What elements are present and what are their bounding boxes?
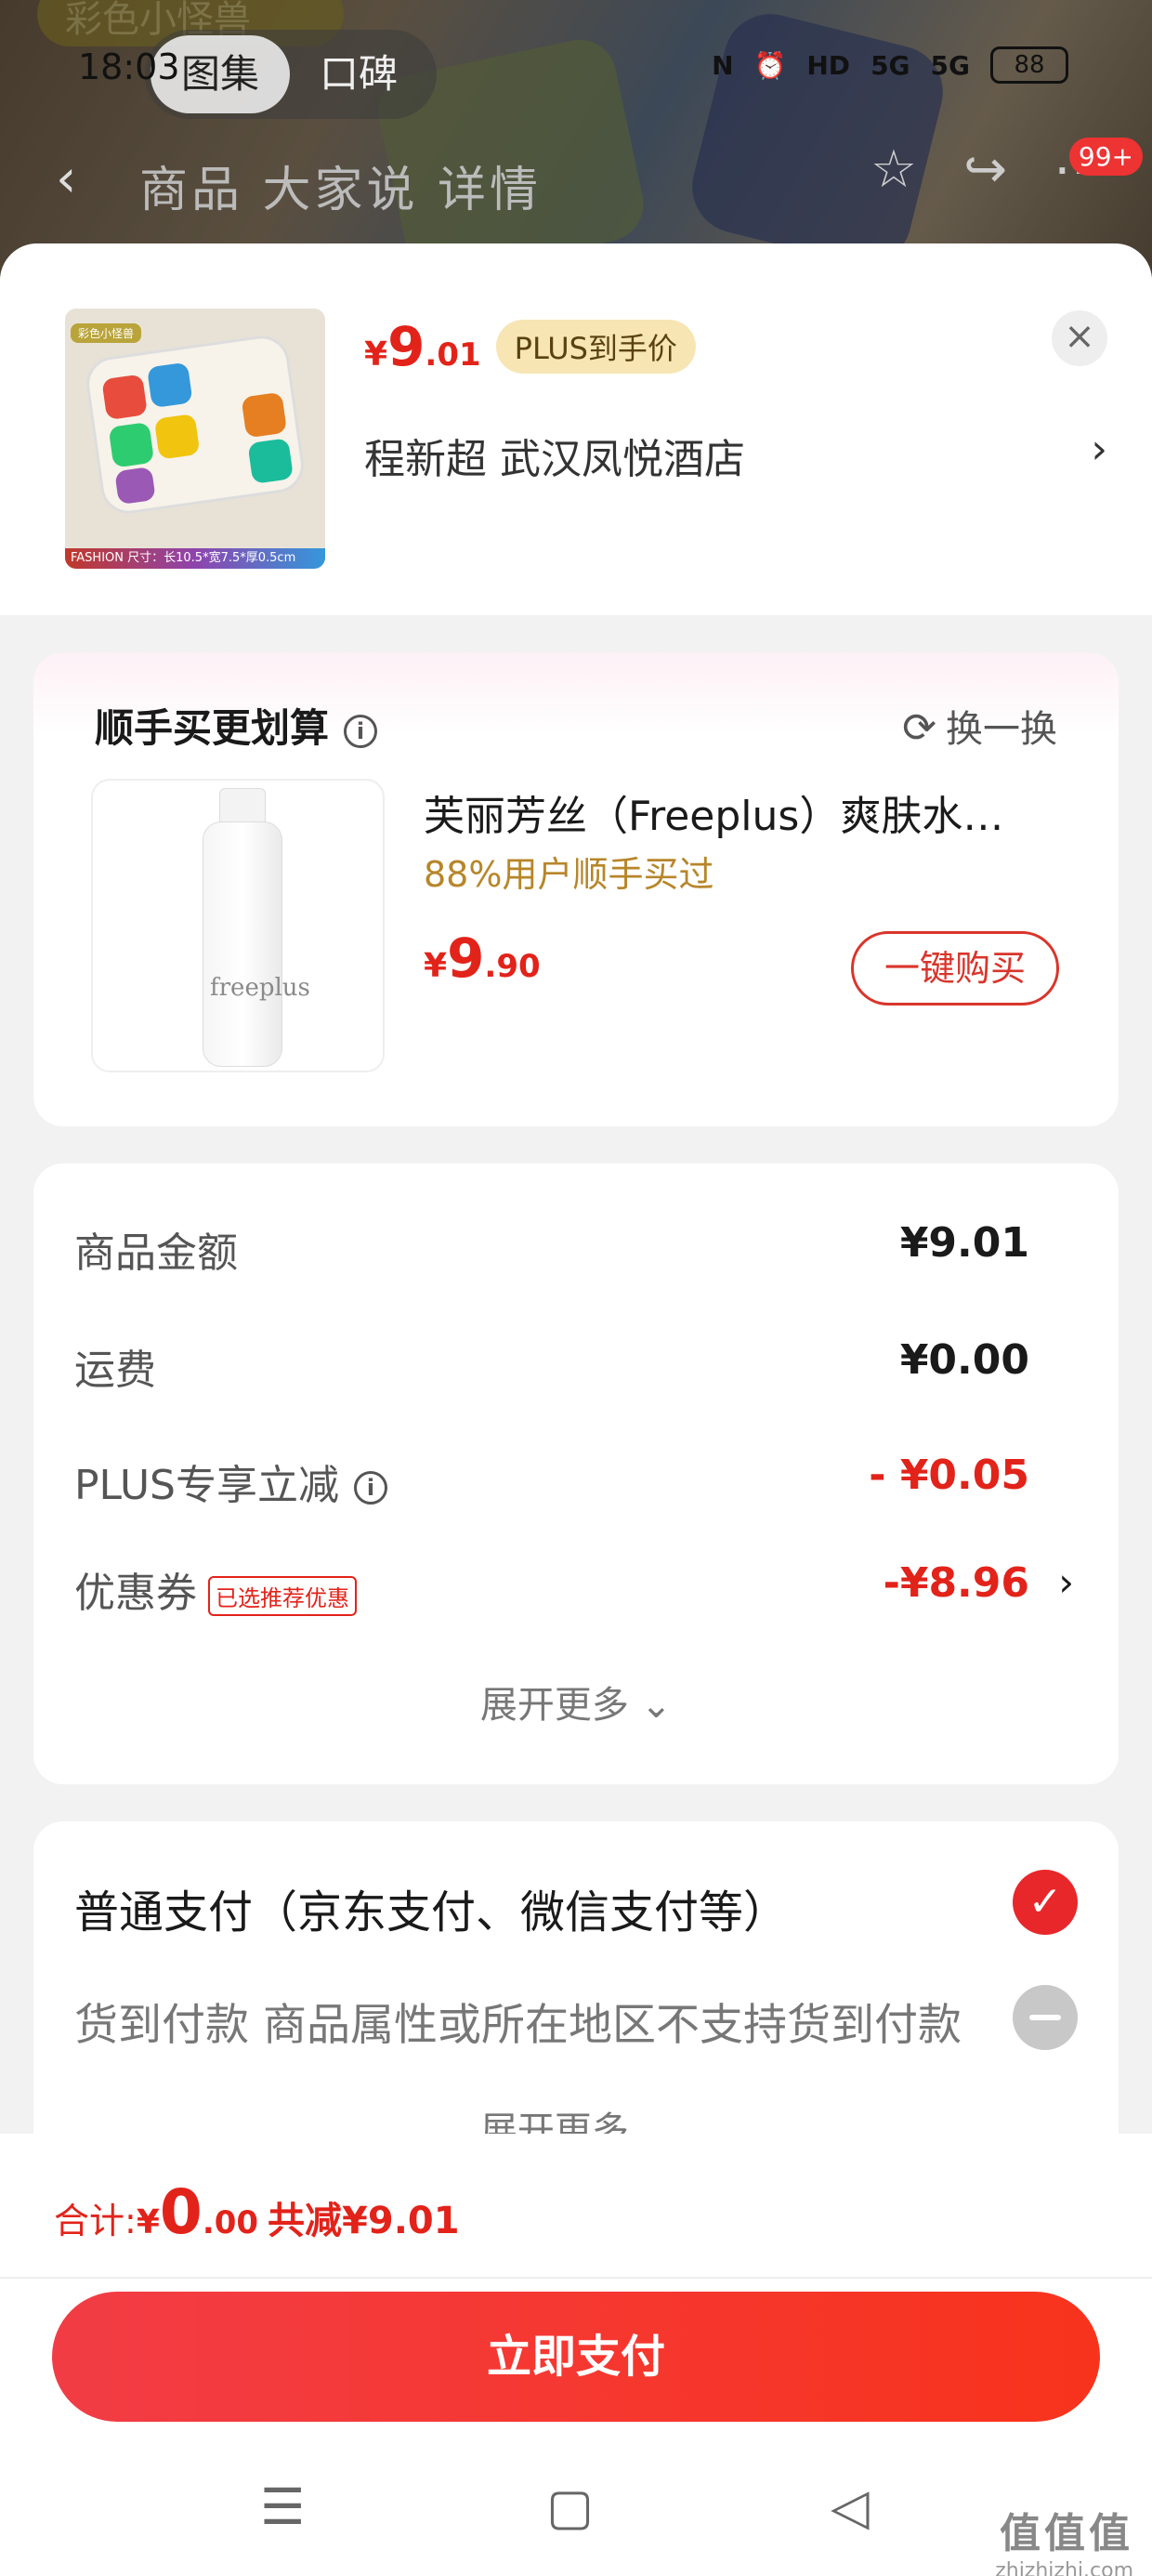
total-decimal: .00 — [202, 2204, 259, 2241]
row-label: PLUS专享立减 — [74, 1462, 339, 1509]
gallery-review-switch[interactable]: 图集 口碑 — [145, 30, 437, 119]
bottle-cap — [219, 788, 266, 825]
row-value: ¥9.01 — [899, 1219, 1029, 1267]
thumb-size-bar: FASHION 尺寸：长10.5*宽7.5*厚0.5cm — [65, 548, 325, 569]
expand-more-button[interactable]: 展开更多 ⌄ — [33, 1675, 1119, 1728]
divider — [0, 2277, 1152, 2279]
star-icon[interactable]: ☆ — [871, 139, 917, 200]
swap-button[interactable]: ⟳ 换一换 — [902, 699, 1057, 753]
monster-decor — [108, 421, 155, 468]
watermark-logo: 值值值 — [1000, 2510, 1133, 2557]
total-amount: 合计: ¥ 0 .00 共减¥9.01 — [54, 2182, 460, 2244]
addon-price: ¥ 9 .90 — [424, 931, 541, 985]
sheet-header: 彩色小怪兽 FASHION 尺寸：长10.5*宽7.5*厚0.5cm ¥ 9 .… — [0, 243, 1152, 615]
summary-row-shipping: 运费 ¥0.00 — [74, 1336, 1029, 1396]
total-integer: 0 — [159, 2176, 203, 2248]
close-button[interactable]: × — [1052, 310, 1107, 366]
row-label: 优惠券 — [74, 1570, 197, 1617]
addon-card: 顺手买更划算 i ⟳ 换一换 freeplus 芙丽芳丝（Freeplus）爽肤水…… — [33, 652, 1119, 1126]
refresh-icon: ⟳ — [902, 704, 936, 752]
addon-product-image[interactable]: freeplus — [91, 779, 385, 1072]
addon-title: 顺手买更划算 i — [95, 697, 378, 754]
bottle-image: freeplus — [203, 788, 310, 1067]
checkmark-icon[interactable]: ✓ — [1013, 1870, 1078, 1935]
summary-row-goods: 商品金额 ¥9.01 — [74, 1219, 1029, 1279]
row-value: -¥8.96 — [883, 1559, 1029, 1607]
coupon-tag: 已选推荐优惠 — [208, 1575, 357, 1616]
bottle-label: freeplus — [210, 974, 310, 1002]
alarm-icon: ⏰ — [753, 49, 787, 81]
pay-now-button[interactable]: 立即支付 — [52, 2292, 1100, 2422]
price-decimal: .90 — [484, 948, 541, 985]
monster-decor — [101, 374, 148, 421]
delivery-address[interactable]: 程新超 武汉凤悦酒店 — [364, 426, 745, 485]
payment-option-cod: 货到付款 商品属性或所在地区不支持货到付款 — [74, 2000, 962, 2051]
info-icon[interactable]: i — [344, 714, 378, 748]
monster-decor — [146, 361, 193, 409]
nfc-icon: N — [712, 49, 734, 81]
message-badge: 99+ — [1068, 138, 1143, 176]
checkout-footer: 合计: ¥ 0 .00 共减¥9.01 立即支付 ☰ ▢ ◁ — [0, 2134, 1152, 2576]
monster-decor — [114, 467, 156, 506]
share-icon[interactable]: ↪ — [963, 139, 1007, 200]
header-price: ¥ 9 .01 PLUS到手价 — [364, 320, 696, 374]
status-icons: N ⏰ HD 5G 5G 88 — [712, 46, 1068, 84]
thumb-tag: 彩色小怪兽 — [71, 323, 142, 343]
price-decimal: .01 — [425, 336, 481, 374]
signal-5g-icon-2: 5G — [930, 49, 970, 81]
price-currency: ¥ — [424, 947, 448, 985]
row-value: - ¥0.05 — [869, 1452, 1029, 1499]
monster-decor — [241, 391, 288, 439]
hd-icon: HD — [806, 49, 851, 81]
price-integer: 9 — [447, 927, 485, 990]
battery-icon: 88 — [990, 46, 1068, 84]
chevron-right-icon[interactable]: › — [1091, 426, 1107, 473]
summary-row-plus-discount: PLUS专享立减 i - ¥0.05 — [74, 1452, 1029, 1511]
price-integer: 9 — [387, 315, 425, 378]
price-currency: ¥ — [364, 335, 388, 374]
price-summary-card: 商品金额 ¥9.01 运费 ¥0.00 PLUS专享立减 i - ¥0.05 优惠… — [33, 1163, 1119, 1784]
swap-label: 换一换 — [946, 708, 1057, 751]
home-icon[interactable]: ▢ — [546, 2477, 594, 2536]
plus-price-tag: PLUS到手价 — [495, 320, 696, 374]
phone-case-image — [83, 332, 308, 518]
addon-title-text: 顺手买更划算 — [95, 705, 330, 751]
product-thumbnail: 彩色小怪兽 FASHION 尺寸：长10.5*宽7.5*厚0.5cm — [65, 309, 325, 569]
monster-decor — [153, 413, 201, 460]
disabled-icon — [1013, 1985, 1078, 2050]
watermark-url: zhizhizhi.com — [995, 2559, 1133, 2576]
status-time: 18:03 — [78, 46, 180, 87]
signal-5g-icon: 5G — [871, 49, 910, 81]
product-tabs[interactable]: 商品 大家说 详情 — [139, 151, 542, 220]
bottle-body — [203, 821, 282, 1067]
chevron-right-icon[interactable]: › — [1058, 1559, 1074, 1605]
back-nav-icon[interactable]: ◁ — [831, 2477, 870, 2536]
total-saved: 共减¥9.01 — [268, 2200, 460, 2242]
tab-reviews[interactable]: 口碑 — [320, 30, 398, 119]
monster-decor — [247, 438, 295, 484]
row-value: ¥0.00 — [899, 1336, 1029, 1384]
summary-row-coupon[interactable]: 优惠券 已选推荐优惠 -¥8.96 — [74, 1559, 1029, 1619]
one-click-buy-button[interactable]: 一键购买 — [851, 931, 1059, 1005]
row-label: 运费 — [74, 1347, 156, 1394]
payment-option-normal[interactable]: 普通支付（京东支付、微信支付等） — [74, 1875, 788, 1940]
watermark: 值值值 zhizhizhi.com — [995, 2500, 1133, 2576]
back-icon[interactable]: ‹ — [56, 149, 76, 209]
row-label: 商品金额 — [74, 1229, 238, 1277]
addon-product-name[interactable]: 芙丽芳丝（Freeplus）爽肤水… — [424, 782, 1074, 842]
addon-product-subtitle: 88%用户顺手买过 — [424, 854, 714, 895]
info-icon[interactable]: i — [354, 1471, 387, 1505]
total-currency: ¥ — [136, 2203, 160, 2241]
menu-icon[interactable]: ☰ — [260, 2477, 305, 2536]
total-label: 合计: — [54, 2201, 137, 2241]
